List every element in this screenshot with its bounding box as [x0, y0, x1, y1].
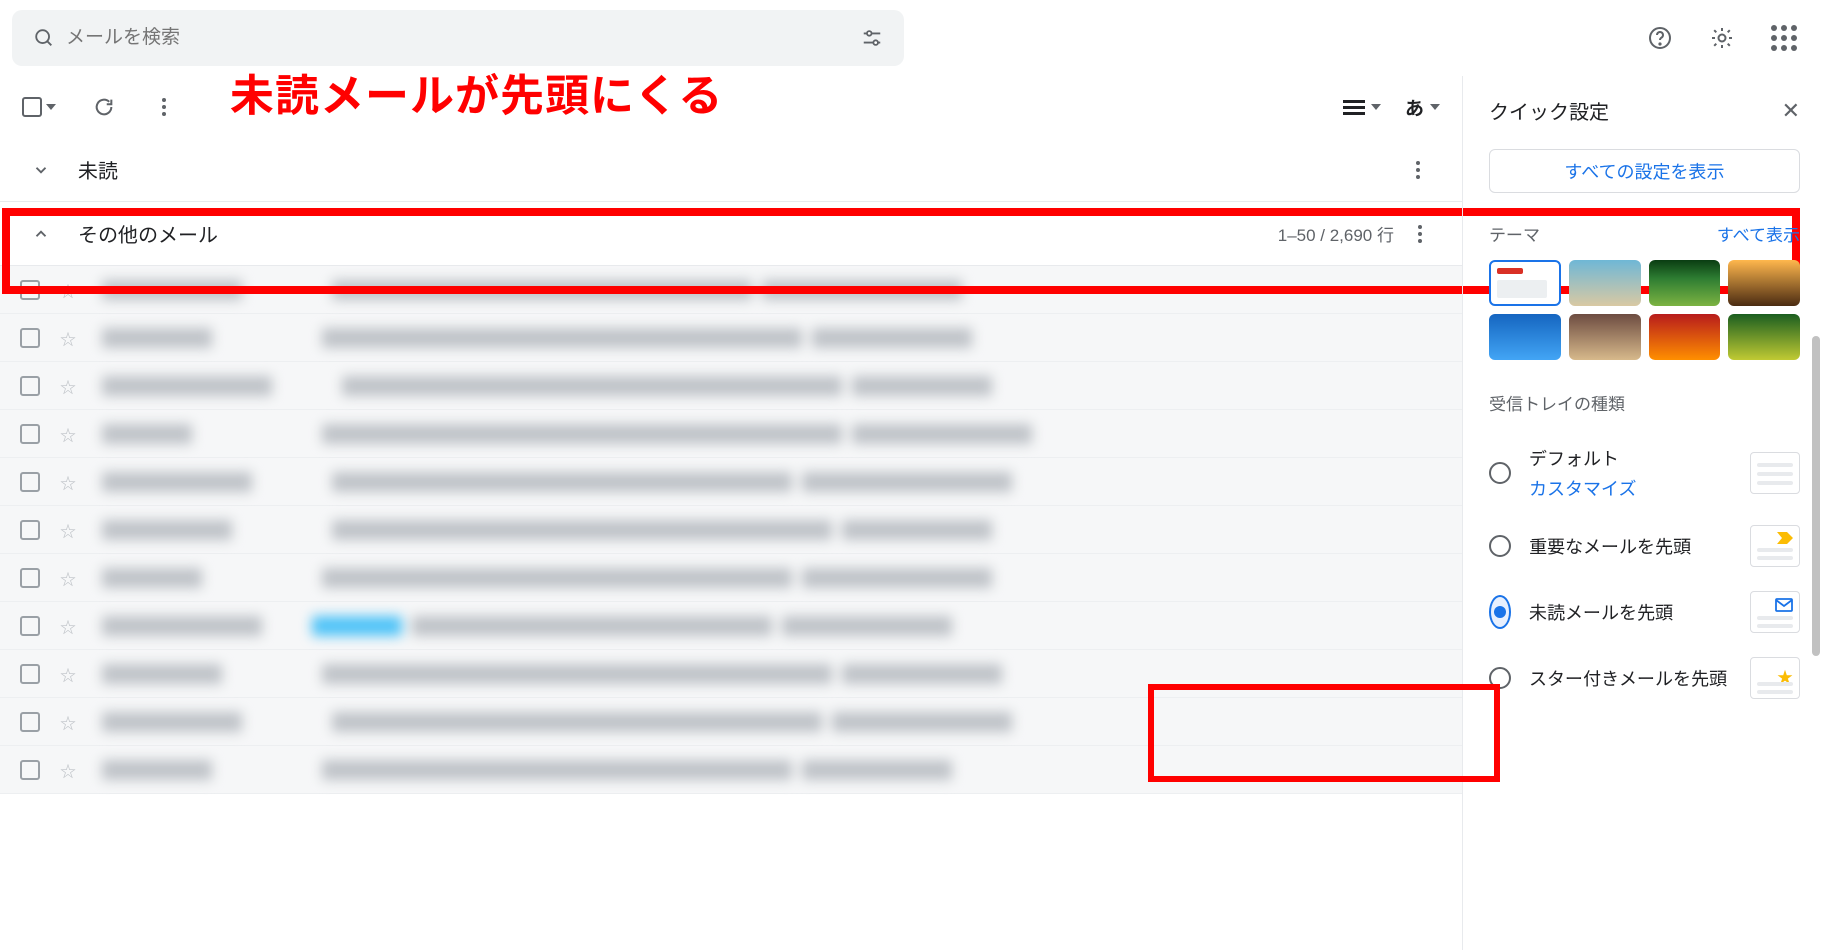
- radio-icon[interactable]: [1489, 667, 1511, 689]
- theme-option[interactable]: [1569, 314, 1641, 360]
- radio-icon[interactable]: [1489, 595, 1511, 629]
- mail-row[interactable]: ☆: [0, 506, 1462, 554]
- star-icon[interactable]: ☆: [60, 518, 76, 542]
- inbox-preview-icon: [1750, 525, 1800, 567]
- section-range: 1–50 / 2,690 行: [1278, 221, 1394, 246]
- close-icon[interactable]: ✕: [1782, 98, 1800, 124]
- theme-all-link[interactable]: すべて表示: [1717, 221, 1800, 246]
- mail-row[interactable]: ☆: [0, 698, 1462, 746]
- important-icon: [1777, 532, 1793, 544]
- theme-option[interactable]: [1489, 260, 1561, 306]
- inbox-preview-icon: [1750, 452, 1800, 494]
- theme-option[interactable]: [1728, 314, 1800, 360]
- chevron-up-icon: [32, 225, 50, 243]
- theme-option[interactable]: [1649, 314, 1721, 360]
- help-icon[interactable]: [1640, 18, 1680, 58]
- inbox-preview-icon: ★: [1750, 657, 1800, 699]
- mail-row[interactable]: ☆: [0, 554, 1462, 602]
- customize-link[interactable]: カスタマイズ: [1529, 475, 1732, 501]
- inbox-type-label: デフォルト: [1529, 449, 1619, 469]
- star-icon[interactable]: ☆: [60, 470, 76, 494]
- mail-toolbar: あ: [0, 76, 1462, 138]
- scrollbar[interactable]: [1812, 336, 1820, 656]
- more-icon[interactable]: [152, 95, 176, 119]
- chevron-down-icon: [32, 161, 50, 179]
- theme-option[interactable]: [1489, 314, 1561, 360]
- search-icon: [22, 27, 66, 49]
- mail-list: ☆ ☆ ☆ ☆ ☆ ☆ ☆ ☆ ☆ ☆ ☆: [0, 266, 1462, 950]
- chevron-down-icon: [1371, 104, 1381, 110]
- star-icon[interactable]: ☆: [60, 326, 76, 350]
- star-icon[interactable]: ☆: [60, 566, 76, 590]
- chevron-down-icon: [46, 104, 56, 110]
- section-label: その他のメール: [78, 219, 218, 248]
- more-icon[interactable]: [1416, 161, 1420, 179]
- star-icon[interactable]: ☆: [60, 758, 76, 782]
- inbox-type-label: スター付きメールを先頭: [1529, 665, 1732, 691]
- inbox-type-unread[interactable]: 未読メールを先頭: [1489, 579, 1800, 645]
- inbox-type-default[interactable]: デフォルト カスタマイズ: [1489, 433, 1800, 513]
- inbox-preview-icon: [1750, 591, 1800, 633]
- search-input[interactable]: [66, 27, 850, 49]
- theme-label: テーマ: [1489, 221, 1540, 246]
- refresh-icon[interactable]: [92, 95, 116, 119]
- all-settings-button[interactable]: すべての設定を表示: [1489, 149, 1800, 193]
- more-icon[interactable]: [1418, 225, 1422, 243]
- chevron-down-icon: [1430, 104, 1440, 110]
- ime-toggle[interactable]: あ: [1405, 94, 1440, 121]
- mail-icon: [1775, 598, 1793, 612]
- theme-option[interactable]: [1569, 260, 1641, 306]
- radio-icon[interactable]: [1489, 535, 1511, 557]
- inbox-type-important[interactable]: 重要なメールを先頭: [1489, 513, 1800, 579]
- star-icon[interactable]: ☆: [60, 374, 76, 398]
- density-toggle[interactable]: [1343, 100, 1381, 115]
- star-icon[interactable]: ☆: [60, 278, 76, 302]
- mail-main: あ 未読 その他のメール 1–50 / 2,690 行: [0, 76, 1462, 950]
- mail-row[interactable]: ☆: [0, 650, 1462, 698]
- star-icon[interactable]: ☆: [60, 422, 76, 446]
- radio-icon[interactable]: [1489, 462, 1511, 484]
- mail-row[interactable]: ☆: [0, 410, 1462, 458]
- section-other[interactable]: その他のメール 1–50 / 2,690 行: [0, 202, 1462, 266]
- star-icon[interactable]: ☆: [60, 614, 76, 638]
- panel-title: クイック設定: [1489, 96, 1609, 125]
- theme-grid: [1489, 260, 1800, 360]
- mail-row[interactable]: ☆: [0, 602, 1462, 650]
- theme-option[interactable]: [1728, 260, 1800, 306]
- mail-row[interactable]: ☆: [0, 314, 1462, 362]
- star-icon[interactable]: ☆: [60, 710, 76, 734]
- select-all[interactable]: [22, 97, 56, 117]
- search-box[interactable]: [12, 10, 904, 66]
- inbox-type-label: 未読メールを先頭: [1529, 599, 1732, 625]
- gear-icon[interactable]: [1702, 18, 1742, 58]
- mail-row[interactable]: ☆: [0, 746, 1462, 794]
- mail-row[interactable]: ☆: [0, 458, 1462, 506]
- star-icon[interactable]: ☆: [60, 662, 76, 686]
- inbox-type-label: 受信トレイの種類: [1489, 390, 1625, 415]
- tune-icon[interactable]: [850, 27, 894, 49]
- section-label: 未読: [78, 155, 118, 184]
- mail-row[interactable]: ☆: [0, 266, 1462, 314]
- apps-icon[interactable]: [1764, 18, 1804, 58]
- quick-settings-panel: クイック設定 ✕ すべての設定を表示 テーマ すべて表示 受信トレイの種類: [1462, 76, 1822, 950]
- theme-option[interactable]: [1649, 260, 1721, 306]
- inbox-type-label: 重要なメールを先頭: [1529, 533, 1732, 559]
- section-unread[interactable]: 未読: [0, 138, 1462, 202]
- inbox-type-starred[interactable]: スター付きメールを先頭 ★: [1489, 645, 1800, 711]
- mail-row[interactable]: ☆: [0, 362, 1462, 410]
